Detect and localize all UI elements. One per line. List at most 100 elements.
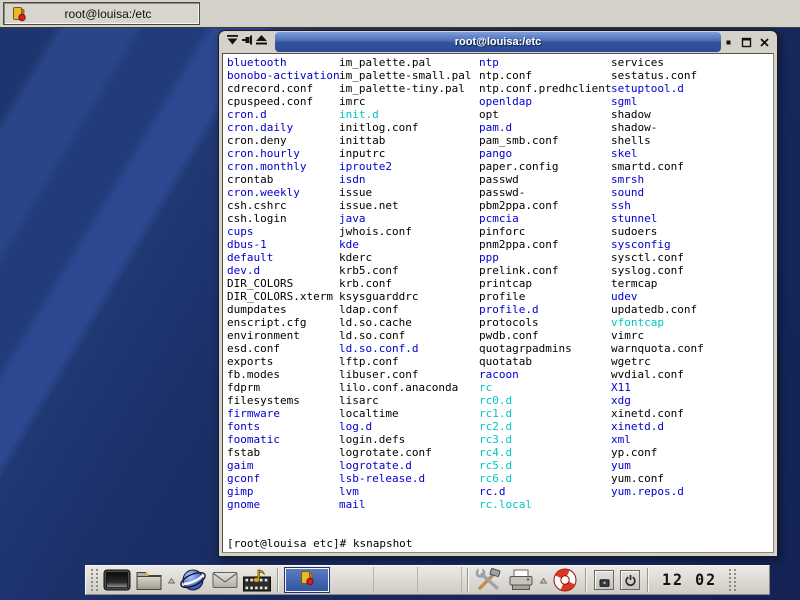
file-entry: rc6.d	[479, 472, 611, 485]
file-entry: wgetrc	[611, 355, 704, 368]
file-entry: lsb-release.d	[339, 472, 471, 485]
panel-separator	[467, 568, 469, 592]
home-folder-icon[interactable]	[134, 566, 164, 594]
file-entry: ntp	[479, 56, 611, 69]
file-entry: rc.d	[479, 485, 611, 498]
file-entry: logrotate.d	[339, 459, 471, 472]
listing-column-1: bluetoothbonobo-activationcdrecord.confc…	[227, 56, 340, 511]
file-entry: mail	[339, 498, 471, 511]
file-entry: termcap	[611, 277, 704, 290]
file-entry: fonts	[227, 420, 340, 433]
file-entry: xdg	[611, 394, 704, 407]
web-browser-icon[interactable]	[178, 566, 208, 594]
file-entry: foomatic	[227, 433, 340, 446]
terminal-foot: [root@louisa etc]# ksnapshot kbuildsycoc…	[227, 511, 412, 553]
file-entry: warnquota.conf	[611, 342, 704, 355]
file-entry: pam.d	[479, 121, 611, 134]
file-entry: im_palette-tiny.pal	[339, 82, 471, 95]
file-entry: xinetd.conf	[611, 407, 704, 420]
file-entry: esd.conf	[227, 342, 340, 355]
konsole-window: root@louisa:/etc bluetoothbonobo-activat…	[218, 30, 778, 557]
file-entry: ld.so.conf	[339, 329, 471, 342]
panel-separator	[647, 568, 649, 592]
file-entry: krb5.conf	[339, 264, 471, 277]
drawer-arrow-icon[interactable]	[538, 566, 548, 594]
file-entry: rc.local	[479, 498, 611, 511]
prompt-line: [root@louisa etc]# ksnapshot	[227, 537, 412, 550]
file-entry: udev	[611, 290, 704, 303]
file-entry: vfontcap	[611, 316, 704, 329]
file-entry: cron.weekly	[227, 186, 340, 199]
file-entry: gnome	[227, 498, 340, 511]
tools-icon[interactable]	[474, 566, 504, 594]
file-entry: stunnel	[611, 212, 704, 225]
file-entry: shadow	[611, 108, 704, 121]
file-entry: yp.conf	[611, 446, 704, 459]
help-lifering-icon[interactable]	[550, 566, 580, 594]
drawer-arrow-icon[interactable]	[166, 566, 176, 594]
file-entry: ntp.conf	[479, 69, 611, 82]
close-icon[interactable]	[758, 36, 771, 49]
file-entry: paper.config	[479, 160, 611, 173]
file-entry: rc5.d	[479, 459, 611, 472]
window-titlebar[interactable]: root@louisa:/etc	[219, 31, 777, 53]
file-entry: iproute2	[339, 160, 471, 173]
file-entry: wvdial.conf	[611, 368, 704, 381]
file-entry: lilo.conf.anaconda	[339, 381, 471, 394]
eject-icon[interactable]	[255, 33, 268, 51]
bottom-panel: 12 02	[85, 565, 770, 595]
file-entry: pcmcia	[479, 212, 611, 225]
file-entry: csh.cshrc	[227, 199, 340, 212]
panel-clock[interactable]: 12 02	[654, 571, 725, 590]
taskbar-task-konsole-active[interactable]	[284, 567, 330, 593]
file-entry: cron.hourly	[227, 147, 340, 160]
panel-handle-right[interactable]	[729, 569, 736, 591]
panel-taskbar	[284, 567, 462, 593]
taskbar-task-konsole[interactable]: root@louisa:/etc	[3, 2, 200, 25]
file-entry: login.defs	[339, 433, 471, 446]
file-entry: lvm	[339, 485, 471, 498]
mail-icon[interactable]	[210, 566, 240, 594]
panel-handle-left[interactable]	[91, 569, 98, 591]
file-entry: ppp	[479, 251, 611, 264]
file-entry: passwd-	[479, 186, 611, 199]
file-entry: kderc	[339, 251, 471, 264]
multimedia-icon[interactable]	[242, 566, 272, 594]
file-entry: shadow-	[611, 121, 704, 134]
file-entry: isdn	[339, 173, 471, 186]
file-entry: logrotate.conf	[339, 446, 471, 459]
file-entry: initlog.conf	[339, 121, 471, 134]
maximize-button[interactable]	[740, 36, 753, 49]
window-controls	[721, 31, 777, 53]
minimize-button[interactable]	[722, 36, 735, 49]
file-entry: racoon	[479, 368, 611, 381]
menu-collapse-icon[interactable]	[226, 33, 239, 51]
file-entry: sestatus.conf	[611, 69, 704, 82]
file-entry: DIR_COLORS.xterm	[227, 290, 340, 303]
file-entry: gconf	[227, 472, 340, 485]
terminal-icon[interactable]	[102, 566, 132, 594]
file-entry: bluetooth	[227, 56, 340, 69]
file-entry: environment	[227, 329, 340, 342]
file-entry: updatedb.conf	[611, 303, 704, 316]
pin-icon[interactable]	[241, 33, 254, 51]
file-entry: quotatab	[479, 355, 611, 368]
titlebar-tool-icons	[219, 31, 275, 53]
file-entry: yum.conf	[611, 472, 704, 485]
konsole-icon	[11, 6, 27, 22]
file-entry: pinforc	[479, 225, 611, 238]
file-entry: kde	[339, 238, 471, 251]
lock-icon[interactable]	[594, 570, 614, 590]
printer-icon[interactable]	[506, 566, 536, 594]
file-entry: cpuspeed.conf	[227, 95, 340, 108]
file-entry: lisarc	[339, 394, 471, 407]
power-icon[interactable]	[620, 570, 640, 590]
window-title: root@louisa:/etc	[275, 32, 721, 52]
file-entry: ldap.conf	[339, 303, 471, 316]
file-entry: setuptool.d	[611, 82, 704, 95]
file-entry: protocols	[479, 316, 611, 329]
file-entry: krb.conf	[339, 277, 471, 290]
file-entry: im_palette-small.pal	[339, 69, 471, 82]
file-entry: DIR_COLORS	[227, 277, 340, 290]
terminal-screen[interactable]: bluetoothbonobo-activationcdrecord.confc…	[222, 53, 774, 553]
